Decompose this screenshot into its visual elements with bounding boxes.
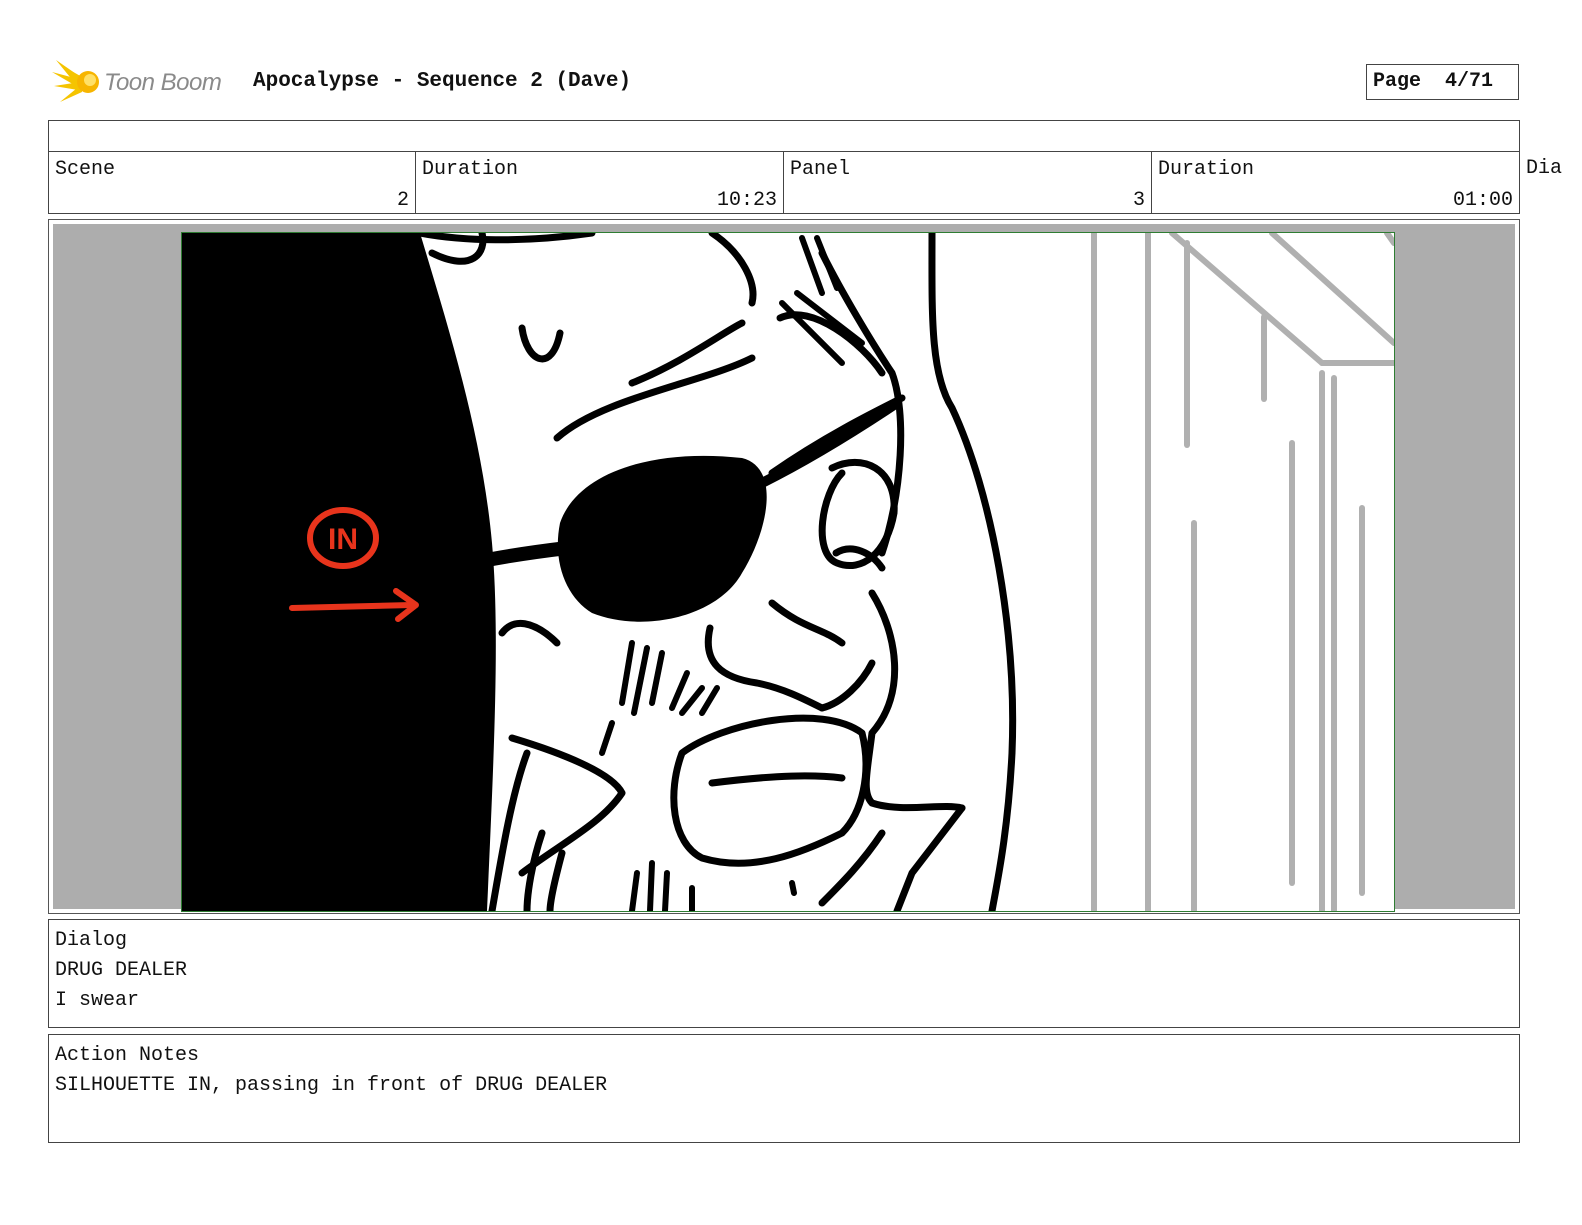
panel-cell: Panel 3 [783,151,1152,214]
toon-boom-logo: Toon Boom [52,58,242,108]
in-annotation: IN [328,523,358,556]
panel-duration-label: Duration [1158,158,1255,181]
brand-name: Toon Boom [104,69,222,96]
panel-label: Panel [790,158,851,181]
action-notes-box: Action Notes SILHOUETTE IN, passing in fr… [48,1034,1520,1143]
dialog-character: DRUG DEALER [55,959,188,982]
letterbox: IN [53,224,1515,912]
scene-cell: Scene 2 [48,151,416,214]
blank-header-bar [48,120,1520,152]
dialog-box: Dialog DRUG DEALER I swear [48,919,1520,1028]
scene-duration-cell: Duration 10:23 [415,151,784,214]
page-indicator: Page 4/71 [1366,64,1519,100]
panel-duration-cell: Duration 01:00 [1151,151,1520,214]
page-number: 4/71 [1445,70,1494,93]
panel-value: 3 [1132,189,1145,212]
dialog-column-label-cut: Dia [1526,157,1563,180]
dialog-line: I swear [55,989,140,1012]
storyboard-sketch: IN [182,233,1394,911]
storyboard-header: Toon Boom Apocalypse - Sequence 2 (Dave)… [0,0,1582,118]
panel-info-row: Scene 2 Duration 10:23 Panel 3 Duration … [48,151,1582,214]
panel-drawing: IN [181,232,1395,912]
panel-duration-value: 01:00 [1452,189,1513,212]
dialog-label: Dialog [55,929,128,952]
scene-duration-label: Duration [422,158,519,181]
document-title: Apocalypse - Sequence 2 (Dave) [253,70,632,93]
panel-frame: IN [48,219,1520,914]
page-label: Page [1373,70,1422,93]
scene-label: Scene [55,158,116,181]
starburst-icon [52,60,99,102]
scene-duration-value: 10:23 [716,189,777,212]
action-notes-text: SILHOUETTE IN, passing in front of DRUG … [55,1074,608,1097]
action-notes-label: Action Notes [55,1044,200,1067]
scene-value: 2 [396,189,409,212]
